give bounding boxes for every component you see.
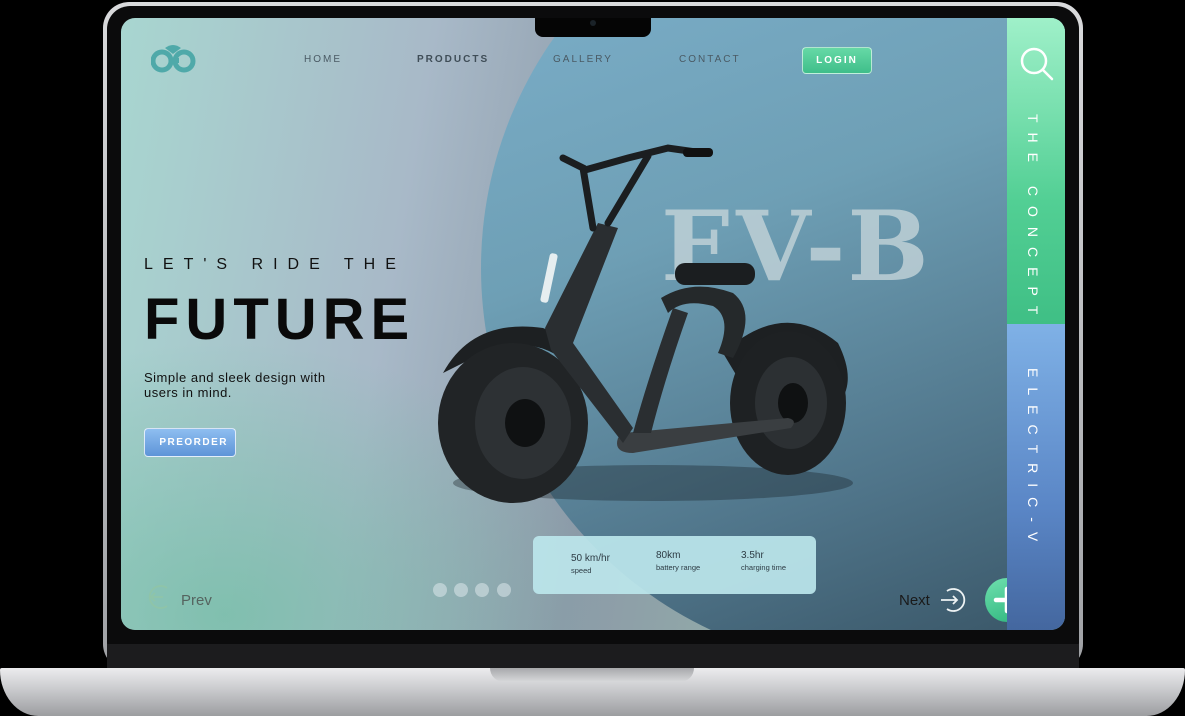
spec-charging: 3.5hr charging time (741, 550, 786, 572)
next-label: Next (899, 592, 930, 609)
side-tab-concept[interactable]: THE CONCEPT (1007, 18, 1065, 324)
side-concept-label: THE CONCEPT (1025, 114, 1041, 325)
nav-products[interactable]: PRODUCTS (417, 54, 489, 65)
prev-arrow-icon (148, 585, 168, 609)
spec-range-label: battery range (656, 563, 701, 572)
camera-notch (535, 18, 651, 37)
next-arrow-icon (941, 588, 966, 612)
pager-dot-3[interactable] (475, 583, 489, 597)
hero-headline: FUTURE (144, 287, 416, 352)
pager-dot-4[interactable] (497, 583, 511, 597)
website-screen: HOME PRODUCTS GALLERY CONTACT LOGIN EV-B… (121, 18, 1065, 630)
side-panel: THE CONCEPT ELECTRIC-V (1007, 18, 1065, 630)
spec-range-value: 80km (656, 550, 681, 561)
side-tab-electric[interactable]: ELECTRIC-V (1007, 324, 1065, 630)
spec-charging-label: charging time (741, 563, 787, 572)
laptop-hinge (107, 644, 1079, 668)
preorder-button[interactable]: PREORDER (144, 428, 236, 457)
laptop-base-notch (490, 668, 694, 682)
spec-charging-value: 3.5hr (741, 550, 764, 561)
prev-label: Prev (181, 592, 212, 609)
hero-tagline: LET'S RIDE THE (144, 256, 406, 273)
bike-logo-icon[interactable] (151, 40, 197, 74)
spec-speed: 50 km/hr speed (571, 553, 610, 575)
nav-gallery[interactable]: GALLERY (553, 54, 613, 65)
scooter-image (438, 144, 853, 503)
spec-range: 80km battery range (656, 550, 700, 572)
login-button[interactable]: LOGIN (802, 47, 872, 74)
camera-icon (590, 20, 596, 26)
pager-dot-2[interactable] (454, 583, 468, 597)
specs-panel: 50 km/hr speed 80km battery range 3.5hr … (533, 536, 816, 594)
nav-home[interactable]: HOME (304, 54, 342, 65)
pager-dot-1[interactable] (433, 583, 447, 597)
side-electric-label: ELECTRIC-V (1025, 368, 1041, 552)
spec-speed-label: speed (571, 566, 592, 575)
nav-contact[interactable]: CONTACT (679, 54, 741, 65)
spec-speed-value: 50 km/hr (571, 553, 610, 564)
hero-description: Simple and sleek design with users in mi… (144, 370, 326, 400)
search-icon[interactable] (1019, 46, 1055, 82)
